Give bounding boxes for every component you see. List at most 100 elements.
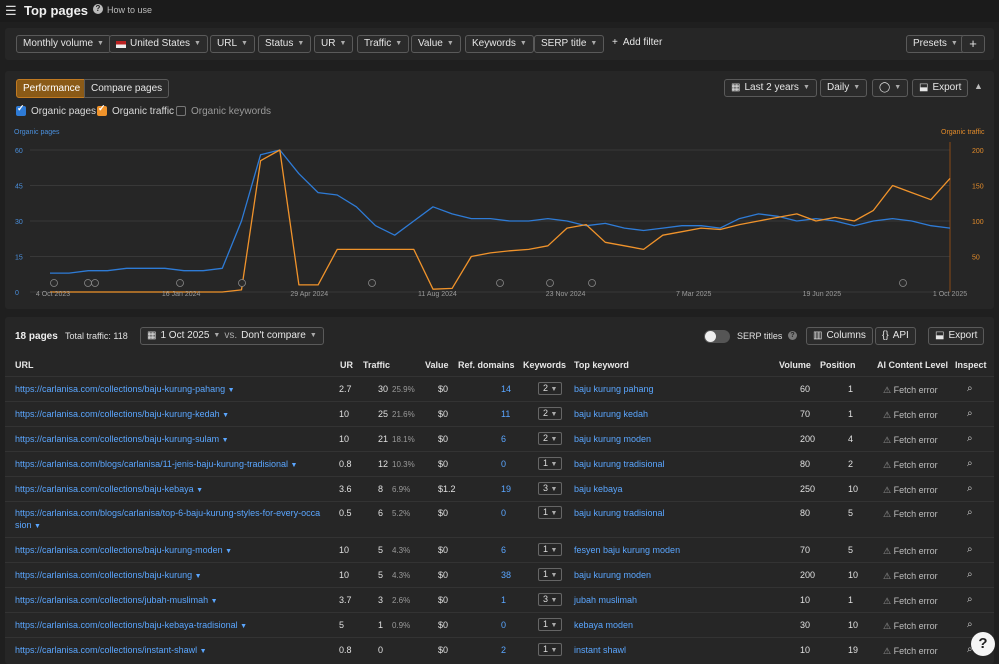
row-value: $0: [438, 570, 449, 580]
row-ref-domains[interactable]: 11: [501, 409, 510, 419]
row-ref-domains[interactable]: 14: [501, 384, 511, 394]
date-compare-select[interactable]: ▦ 1 Oct 2025 ▼ vs. Don't compare ▼: [140, 327, 324, 345]
row-ref-domains[interactable]: 0: [501, 620, 506, 630]
row-ref-domains[interactable]: 1: [501, 595, 506, 605]
update-marker: [899, 279, 907, 287]
search-icon[interactable]: ⌕: [967, 483, 973, 494]
row-top-keyword[interactable]: baju kurung pahang: [574, 384, 654, 394]
row-keywords-select[interactable]: 1 ▼: [538, 568, 562, 581]
row-ref-domains[interactable]: 19: [501, 484, 511, 494]
search-icon[interactable]: ⌕: [967, 433, 973, 444]
row-traffic-pct: 0.9%: [392, 621, 411, 630]
row-value: $0: [438, 434, 449, 444]
col-inspect[interactable]: Inspect: [955, 360, 987, 370]
row-position: 5: [848, 508, 854, 518]
search-icon[interactable]: ⌕: [967, 544, 973, 555]
row-url[interactable]: https://carlanisa.com/collections/jubah-…: [15, 595, 218, 605]
search-icon[interactable]: ⌕: [967, 408, 973, 419]
update-marker: [84, 279, 92, 287]
x-tick: 4 Oct 2023: [36, 291, 70, 298]
col-ref-domains[interactable]: Ref. domains: [458, 360, 515, 370]
col-ai-content-level[interactable]: AI Content Level: [877, 360, 948, 370]
row-keywords-select[interactable]: 2 ▼: [538, 407, 562, 420]
row-traffic: 6: [378, 508, 384, 518]
row-traffic-pct: 4.3%: [392, 546, 411, 555]
row-position: 5: [848, 545, 854, 555]
row-ref-domains[interactable]: 0: [501, 508, 506, 518]
help-circle-icon[interactable]: ?: [788, 331, 797, 340]
row-traffic-pct: 5.2%: [392, 509, 411, 518]
row-url[interactable]: https://carlanisa.com/collections/baju-k…: [15, 409, 229, 419]
row-top-keyword[interactable]: baju kurung tradisional: [574, 508, 665, 518]
col-keywords[interactable]: Keywords: [523, 360, 566, 370]
row-ref-domains[interactable]: 6: [501, 434, 506, 444]
row-top-keyword[interactable]: baju kurung kedah: [574, 409, 648, 419]
col-url[interactable]: URL: [15, 360, 34, 370]
row-position: 1: [848, 384, 854, 394]
row-ref-domains[interactable]: 6: [501, 545, 506, 555]
row-top-keyword[interactable]: instant shawl: [574, 645, 626, 655]
row-url[interactable]: https://carlanisa.com/collections/instan…: [15, 645, 207, 655]
row-ref-domains[interactable]: 38: [501, 570, 511, 580]
col-traffic[interactable]: Traffic: [363, 360, 390, 370]
row-position: 2: [848, 459, 854, 469]
row-position: 1: [848, 595, 854, 605]
row-position: 10: [848, 570, 859, 580]
row-top-keyword[interactable]: baju kebaya: [574, 484, 623, 494]
y-right-tick: 150: [972, 184, 984, 191]
row-keywords-select[interactable]: 3 ▼: [538, 482, 562, 495]
col-volume[interactable]: Volume: [779, 360, 811, 370]
help-chat-button[interactable]: ?: [971, 632, 995, 656]
row-ur: 0.8: [339, 459, 352, 469]
search-icon[interactable]: ⌕: [967, 569, 973, 580]
row-top-keyword[interactable]: baju kurung moden: [574, 570, 651, 580]
row-value: $0: [438, 459, 449, 469]
col-position[interactable]: Position: [820, 360, 856, 370]
total-traffic: Total traffic: 118: [65, 331, 128, 341]
col-ur[interactable]: UR: [340, 360, 353, 370]
row-keywords-select[interactable]: 1 ▼: [538, 618, 562, 631]
row-ur: 0.5: [339, 508, 352, 518]
row-keywords-select[interactable]: 1 ▼: [538, 543, 562, 556]
row-keywords-select[interactable]: 2 ▼: [538, 382, 562, 395]
row-keywords-select[interactable]: 3 ▼: [538, 593, 562, 606]
x-tick: 11 Aug 2024: [418, 291, 457, 298]
row-keywords-select[interactable]: 1 ▼: [538, 457, 562, 470]
x-tick: 16 Jan 2024: [162, 291, 201, 298]
row-value: $0: [438, 384, 449, 394]
search-icon[interactable]: ⌕: [967, 619, 973, 630]
row-url[interactable]: https://carlanisa.com/collections/baju-k…: [15, 570, 202, 580]
columns-button[interactable]: ▥ Columns: [806, 327, 873, 345]
api-button[interactable]: {} API: [875, 327, 916, 345]
row-url-cont[interactable]: sion ▼: [15, 520, 41, 530]
search-icon[interactable]: ⌕: [967, 594, 973, 605]
row-traffic: 25: [378, 409, 389, 419]
row-url[interactable]: https://carlanisa.com/collections/baju-k…: [15, 545, 232, 555]
row-url[interactable]: https://carlanisa.com/collections/baju-k…: [15, 384, 235, 394]
row-value: $0: [438, 409, 449, 419]
serp-titles-toggle[interactable]: [704, 330, 730, 343]
export-table-button[interactable]: ⬓ Export: [928, 327, 985, 345]
search-icon[interactable]: ⌕: [967, 458, 973, 469]
row-url[interactable]: https://carlanisa.com/blogs/carlanisa/to…: [15, 508, 320, 518]
row-url[interactable]: https://carlanisa.com/collections/baju-k…: [15, 484, 203, 494]
row-keywords-select[interactable]: 1 ▼: [538, 506, 562, 519]
col-top-keyword[interactable]: Top keyword: [574, 360, 629, 370]
row-ref-domains[interactable]: 2: [501, 645, 506, 655]
row-top-keyword[interactable]: baju kurung tradisional: [574, 459, 665, 469]
row-ref-domains[interactable]: 0: [501, 459, 506, 469]
row-top-keyword[interactable]: baju kurung moden: [574, 434, 651, 444]
row-top-keyword[interactable]: kebaya moden: [574, 620, 633, 630]
row-volume: 200: [800, 434, 816, 444]
col-value[interactable]: Value: [425, 360, 449, 370]
row-url[interactable]: https://carlanisa.com/collections/baju-k…: [15, 434, 229, 444]
row-traffic-pct: 10.3%: [392, 460, 415, 469]
row-keywords-select[interactable]: 1 ▼: [538, 643, 562, 656]
row-top-keyword[interactable]: jubah muslimah: [574, 595, 637, 605]
search-icon[interactable]: ⌕: [967, 383, 973, 394]
row-keywords-select[interactable]: 2 ▼: [538, 432, 562, 445]
row-top-keyword[interactable]: fesyen baju kurung moden: [574, 545, 680, 555]
row-url[interactable]: https://carlanisa.com/collections/baju-k…: [15, 620, 247, 630]
search-icon[interactable]: ⌕: [967, 507, 973, 518]
row-url[interactable]: https://carlanisa.com/blogs/carlanisa/11…: [15, 459, 297, 469]
